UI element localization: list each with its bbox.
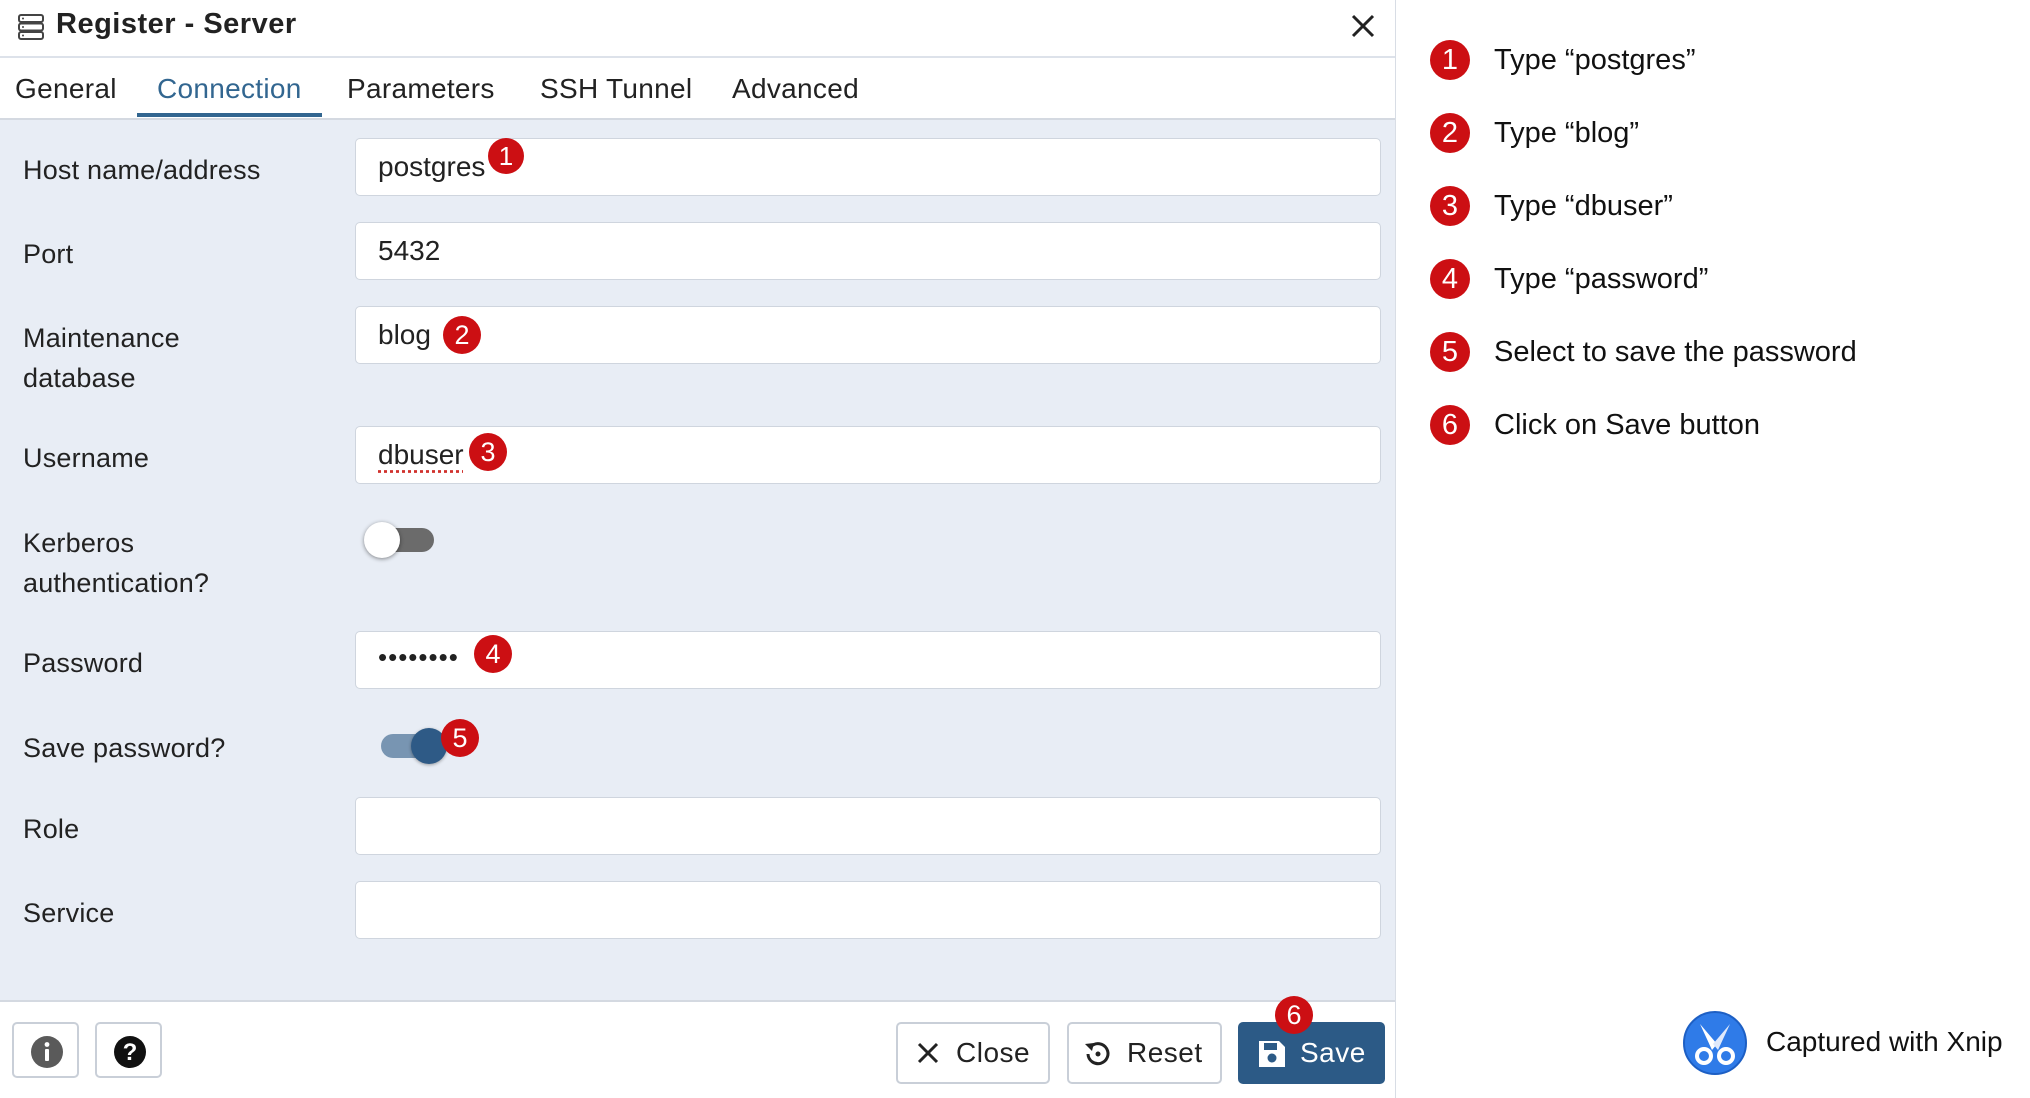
dialog-footer: ? Close Reset Save 6 bbox=[0, 996, 1395, 1098]
step-marker-1: 1 bbox=[488, 138, 524, 174]
maintenance-db-input[interactable]: blog bbox=[355, 306, 1381, 364]
annotation-step-text: Click on Save button bbox=[1494, 409, 1760, 441]
reset-button[interactable]: Reset bbox=[1067, 1022, 1222, 1084]
save-button-label: Save bbox=[1300, 1037, 1366, 1068]
step-marker-4: 4 bbox=[474, 635, 512, 673]
close-icon[interactable] bbox=[1348, 11, 1378, 41]
port-input[interactable]: 5432 bbox=[355, 222, 1381, 280]
close-button-label: Close bbox=[956, 1037, 1031, 1068]
step-marker-2: 2 bbox=[443, 316, 481, 354]
tab-general[interactable]: General bbox=[15, 58, 117, 116]
service-input[interactable] bbox=[355, 881, 1381, 939]
port-value: 5432 bbox=[378, 235, 441, 266]
tab-connection[interactable]: Connection bbox=[137, 58, 322, 117]
floppy-disk-icon bbox=[1259, 1041, 1285, 1067]
watermark-text: Captured with Xnip bbox=[1766, 1026, 2003, 1057]
kerberos-toggle[interactable] bbox=[364, 518, 444, 558]
step-marker-5: 5 bbox=[441, 719, 479, 757]
role-input[interactable] bbox=[355, 797, 1381, 855]
password-value: •••••••• bbox=[378, 642, 459, 672]
annotation-step-text: Type “dbuser” bbox=[1494, 190, 1673, 222]
step-marker-6: 6 bbox=[1275, 996, 1313, 1034]
xnip-logo bbox=[1683, 1011, 1747, 1075]
save-button[interactable]: Save bbox=[1238, 1022, 1385, 1084]
close-icon bbox=[917, 1042, 939, 1064]
tab-parameters[interactable]: Parameters bbox=[347, 58, 495, 116]
tab-advanced[interactable]: Advanced bbox=[732, 58, 859, 116]
username-input[interactable]: dbuser bbox=[355, 426, 1381, 484]
dialog-title: Register - Server bbox=[56, 8, 297, 40]
host-value: postgres bbox=[378, 151, 486, 182]
maintenance-db-value: blog bbox=[378, 319, 431, 350]
annotation-step: 3 Type “dbuser” bbox=[1430, 186, 1970, 232]
kerberos-toggle-knob bbox=[364, 522, 400, 558]
annotation-step: 6 Click on Save button bbox=[1430, 405, 1970, 451]
dialog-titlebar: Register - Server bbox=[0, 0, 1395, 58]
port-label: Port bbox=[23, 239, 74, 269]
maintenance-db-label-line1: Maintenance bbox=[23, 323, 180, 353]
annotation-step-number: 4 bbox=[1430, 259, 1470, 299]
info-button[interactable] bbox=[12, 1022, 79, 1078]
service-label: Service bbox=[23, 898, 115, 928]
reset-button-label: Reset bbox=[1127, 1037, 1203, 1068]
server-icon bbox=[18, 14, 44, 40]
question-icon: ? bbox=[114, 1036, 146, 1068]
svg-text:?: ? bbox=[123, 1039, 138, 1066]
save-password-label: Save password? bbox=[23, 733, 226, 763]
username-value: dbuser bbox=[378, 439, 464, 470]
annotation-step: 5 Select to save the password bbox=[1430, 332, 1970, 378]
help-button[interactable]: ? bbox=[95, 1022, 162, 1078]
reset-icon bbox=[1085, 1042, 1110, 1066]
annotation-step: 4 Type “password” bbox=[1430, 259, 1970, 305]
annotation-step-number: 5 bbox=[1430, 332, 1470, 372]
host-label: Host name/address bbox=[23, 155, 261, 185]
annotation-step-text: Select to save the password bbox=[1494, 336, 1857, 368]
step-marker-3: 3 bbox=[469, 433, 507, 471]
annotation-step-text: Type “postgres” bbox=[1494, 44, 1696, 76]
annotation-step-number: 2 bbox=[1430, 113, 1470, 153]
close-button[interactable]: Close bbox=[896, 1022, 1050, 1084]
annotation-step-number: 3 bbox=[1430, 186, 1470, 226]
annotation-step: 1 Type “postgres” bbox=[1430, 40, 1970, 86]
annotation-step-number: 6 bbox=[1430, 405, 1470, 445]
username-label: Username bbox=[23, 443, 150, 473]
info-icon bbox=[31, 1036, 63, 1068]
role-label: Role bbox=[23, 814, 80, 844]
password-label: Password bbox=[23, 648, 144, 678]
tab-ssh-tunnel[interactable]: SSH Tunnel bbox=[540, 58, 692, 116]
maintenance-db-label-line2: database bbox=[23, 363, 136, 393]
annotation-step-text: Type “password” bbox=[1494, 263, 1709, 295]
annotation-step-text: Type “blog” bbox=[1494, 117, 1640, 149]
annotation-step-number: 1 bbox=[1430, 40, 1470, 80]
tab-bar: General Connection Parameters SSH Tunnel… bbox=[0, 58, 1395, 120]
register-server-dialog: Register - Server General Connection Par… bbox=[0, 0, 1396, 1098]
kerberos-label-line2: authentication? bbox=[23, 568, 210, 598]
annotation-step: 2 Type “blog” bbox=[1430, 113, 1970, 159]
kerberos-label-line1: Kerberos bbox=[23, 528, 135, 558]
